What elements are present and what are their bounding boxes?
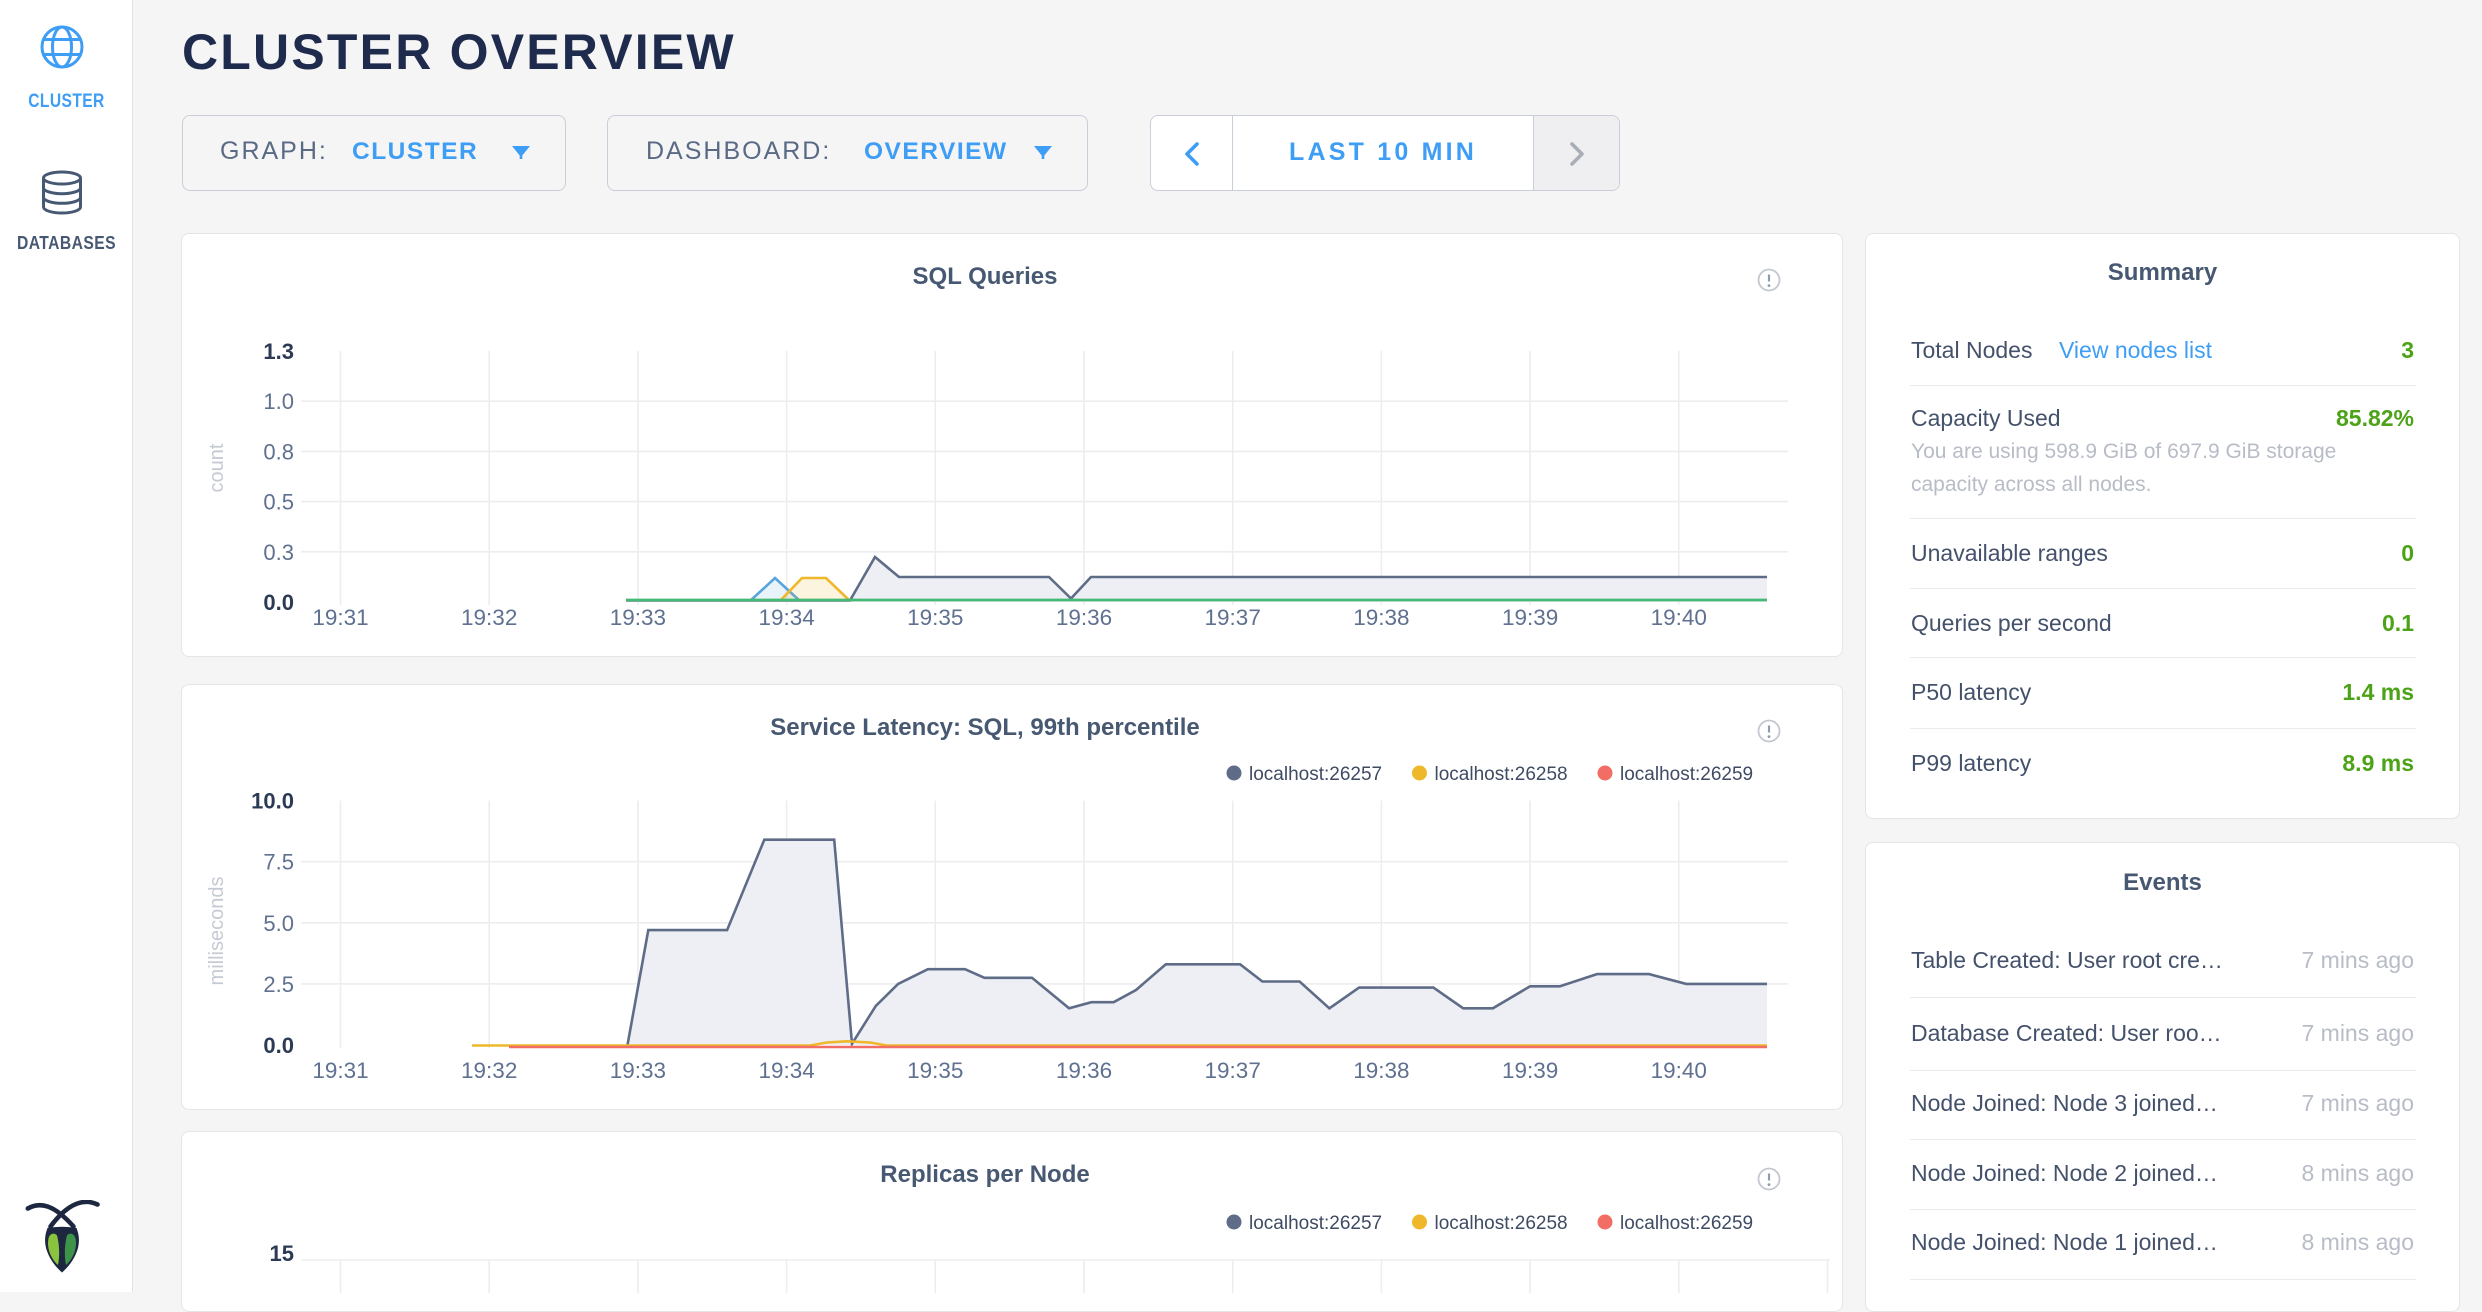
svg-text:localhost:26259: localhost:26259 [1620, 1213, 1753, 1234]
svg-text:19:33: 19:33 [610, 605, 666, 630]
svg-text:milliseconds: milliseconds [206, 877, 228, 986]
svg-text:10: 10 [270, 1291, 294, 1293]
svg-text:localhost:26257: localhost:26257 [1249, 1213, 1382, 1234]
svg-text:19:40: 19:40 [1651, 605, 1707, 630]
svg-text:localhost:26258: localhost:26258 [1435, 764, 1568, 785]
svg-text:19:31: 19:31 [312, 1058, 368, 1083]
svg-text:0.0: 0.0 [263, 590, 294, 615]
svg-text:SQL Queries: SQL Queries [913, 263, 1058, 290]
svg-text:19:31: 19:31 [312, 605, 368, 630]
svg-text:0.3: 0.3 [263, 540, 294, 565]
svg-text:19:35: 19:35 [907, 605, 963, 630]
svg-text:localhost:26259: localhost:26259 [1620, 764, 1753, 785]
svg-text:1.3: 1.3 [263, 339, 294, 364]
svg-text:15: 15 [270, 1241, 294, 1266]
svg-text:19:36: 19:36 [1056, 605, 1112, 630]
svg-text:19:32: 19:32 [461, 605, 517, 630]
svg-text:19:39: 19:39 [1502, 1058, 1558, 1083]
svg-text:19:38: 19:38 [1353, 605, 1409, 630]
svg-text:10.0: 10.0 [251, 789, 294, 814]
svg-text:localhost:26258: localhost:26258 [1435, 1213, 1568, 1234]
svg-text:0.5: 0.5 [263, 490, 294, 515]
svg-text:19:33: 19:33 [610, 1058, 666, 1083]
svg-text:count: count [206, 443, 228, 492]
svg-text:19:38: 19:38 [1353, 1058, 1409, 1083]
svg-text:7.5: 7.5 [263, 850, 294, 875]
svg-text:19:37: 19:37 [1205, 605, 1261, 630]
svg-text:19:34: 19:34 [758, 1058, 814, 1083]
svg-text:localhost:26257: localhost:26257 [1249, 764, 1382, 785]
svg-text:19:36: 19:36 [1056, 1058, 1112, 1083]
svg-text:Service Latency: SQL, 99th per: Service Latency: SQL, 99th percentile [770, 714, 1200, 741]
svg-text:19:39: 19:39 [1502, 605, 1558, 630]
svg-text:2.5: 2.5 [263, 972, 294, 997]
svg-text:19:32: 19:32 [461, 1058, 517, 1083]
svg-text:0.8: 0.8 [263, 439, 294, 464]
svg-text:19:40: 19:40 [1651, 1058, 1707, 1083]
svg-text:19:34: 19:34 [758, 605, 814, 630]
svg-text:19:37: 19:37 [1205, 1058, 1261, 1083]
svg-text:Replicas per Node: Replicas per Node [880, 1161, 1089, 1188]
svg-text:1.0: 1.0 [263, 389, 294, 414]
svg-text:0.0: 0.0 [263, 1033, 294, 1058]
svg-text:5.0: 5.0 [263, 911, 294, 936]
svg-text:19:35: 19:35 [907, 1058, 963, 1083]
